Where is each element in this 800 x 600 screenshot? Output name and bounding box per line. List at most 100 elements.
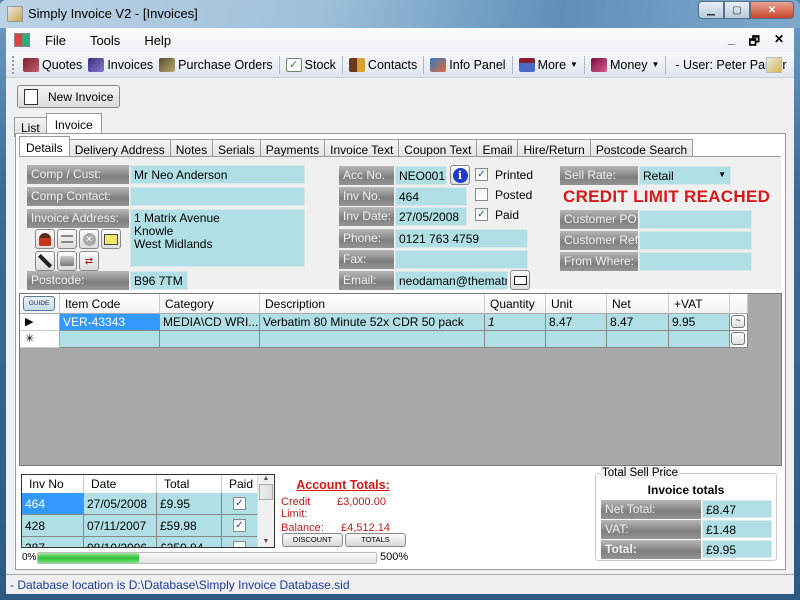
- cell-net[interactable]: 8.47: [607, 314, 669, 331]
- col-unit[interactable]: Unit: [546, 294, 607, 314]
- account-info-button[interactable]: i: [450, 165, 470, 185]
- invoice-address-field[interactable]: 1 Matrix Avenue Knowle West Midlands: [130, 209, 305, 267]
- scroll-up-icon[interactable]: ▲: [258, 475, 274, 482]
- col-item-code[interactable]: Item Code: [60, 294, 160, 314]
- discount-button[interactable]: DISCOUNT: [282, 533, 343, 547]
- maximize-button[interactable]: ▢: [724, 1, 750, 19]
- window-title: Simply Invoice V2 - [Invoices]: [28, 6, 198, 21]
- menu-tools[interactable]: Tools: [81, 33, 129, 48]
- row-action-button[interactable]: ~: [730, 314, 748, 331]
- col-quantity[interactable]: Quantity: [485, 294, 546, 314]
- guide-button[interactable]: GUIDE: [23, 296, 55, 311]
- transfer-icon: ⇄: [84, 255, 94, 267]
- totals-button[interactable]: TOTALS: [345, 533, 406, 547]
- toolbar-more[interactable]: More ▼: [516, 57, 581, 72]
- cell-category[interactable]: [160, 331, 260, 348]
- col-paid[interactable]: Paid: [222, 475, 259, 493]
- toolbar-grip[interactable]: [12, 55, 15, 74]
- list-paid-checkbox[interactable]: ✓: [233, 519, 246, 532]
- toolbar-purchase-orders[interactable]: Purchase Orders: [156, 57, 275, 72]
- col-vat[interactable]: +VAT: [669, 294, 730, 314]
- list-paid-checkbox[interactable]: [233, 541, 246, 547]
- toolbar-invoices[interactable]: Invoices: [85, 57, 156, 72]
- clear-address-button[interactable]: ✕: [79, 229, 99, 249]
- printed-checkbox[interactable]: ✓: [475, 168, 488, 181]
- address-label-button[interactable]: [101, 229, 121, 249]
- menu-file[interactable]: File: [36, 33, 75, 48]
- toolbar-info-panel[interactable]: Info Panel: [427, 57, 508, 72]
- vat-label: VAT:: [601, 520, 701, 539]
- mdi-close-button[interactable]: ✕: [774, 32, 784, 53]
- cell-quantity[interactable]: 1: [485, 314, 546, 331]
- title-bar[interactable]: Simply Invoice V2 - [Invoices] ▁ ▢ ✕: [0, 0, 800, 28]
- list-item[interactable]: 428 07/11/2007 £59.98 ✓: [22, 515, 259, 537]
- mdi-minimize-button[interactable]: _: [728, 32, 735, 53]
- invoice-panel: Details Delivery Address Notes Serials P…: [15, 133, 786, 570]
- list-paid-checkbox[interactable]: ✓: [233, 497, 246, 510]
- net-total-value: £8.47: [702, 500, 772, 518]
- comp-contact-field[interactable]: [130, 187, 305, 206]
- toolbar-contacts[interactable]: Contacts: [346, 57, 420, 72]
- new-invoice-button[interactable]: New Invoice: [17, 85, 120, 108]
- cell-unit[interactable]: [546, 331, 607, 348]
- contact-lookup-button[interactable]: [35, 229, 55, 249]
- phone-field[interactable]: 0121 763 4759: [395, 229, 528, 248]
- edit-button[interactable]: [35, 251, 55, 271]
- comp-cust-field[interactable]: Mr Neo Anderson: [130, 165, 305, 184]
- col-description[interactable]: Description: [260, 294, 485, 314]
- cell-net[interactable]: [607, 331, 669, 348]
- email-field[interactable]: neodaman@thematrix.c: [395, 271, 508, 290]
- invoice-items-grid: GUIDE Item Code Category Description Qua…: [19, 293, 782, 466]
- previous-invoices-list: Inv No Date Total Paid 464 27/05/2008 £9…: [21, 474, 275, 548]
- toolbar-stock[interactable]: ✓ Stock: [283, 57, 339, 72]
- postcode-field[interactable]: B96 7TM: [130, 271, 188, 290]
- sell-rate-select[interactable]: Retail ▼: [639, 166, 731, 185]
- cell-description[interactable]: Verbatim 80 Minute 52x CDR 50 pack: [260, 314, 485, 331]
- menu-help[interactable]: Help: [135, 33, 180, 48]
- posted-checkbox[interactable]: [475, 188, 488, 201]
- cell-category[interactable]: MEDIA\CD WRI...: [160, 314, 260, 331]
- col-inv-no[interactable]: Inv No: [22, 475, 84, 493]
- cell-item-code[interactable]: VER-43343: [60, 314, 160, 331]
- transfer-button[interactable]: ⇄: [79, 251, 99, 271]
- col-net[interactable]: Net: [607, 294, 669, 314]
- col-category[interactable]: Category: [160, 294, 260, 314]
- toolbar-money[interactable]: Money ▼: [588, 57, 662, 72]
- cell-unit[interactable]: 8.47: [546, 314, 607, 331]
- row-action-button[interactable]: [730, 331, 748, 348]
- send-email-button[interactable]: [510, 270, 530, 290]
- list-item[interactable]: 464 27/05/2008 £9.95 ✓: [22, 493, 259, 515]
- list-icon: [61, 235, 73, 243]
- fax-field[interactable]: [395, 250, 528, 269]
- cell-vat[interactable]: [669, 331, 730, 348]
- mdi-restore-button[interactable]: 🗗: [749, 32, 760, 53]
- minimize-button[interactable]: ▁: [698, 1, 724, 19]
- scroll-down-icon[interactable]: ▼: [258, 538, 274, 545]
- list-header: Inv No Date Total Paid: [22, 475, 259, 493]
- cell-vat[interactable]: 9.95: [669, 314, 730, 331]
- table-row-new[interactable]: ✳: [20, 331, 748, 348]
- customer-ref-field[interactable]: [639, 231, 752, 250]
- scroll-thumb[interactable]: [259, 484, 273, 500]
- paid-checkbox[interactable]: ✓: [475, 208, 488, 221]
- col-date[interactable]: Date: [84, 475, 157, 493]
- toolbar-quotes[interactable]: Quotes: [20, 57, 85, 72]
- col-total[interactable]: Total: [157, 475, 222, 493]
- cell-item-code[interactable]: [60, 331, 160, 348]
- customer-po-field[interactable]: [639, 210, 752, 229]
- mdi-window-icon[interactable]: [14, 33, 30, 47]
- table-row[interactable]: ▶ VER-43343 MEDIA\CD WRI... Verbatim 80 …: [20, 314, 748, 331]
- list-scrollbar[interactable]: ▲ ▼: [257, 475, 274, 547]
- cell-description[interactable]: [260, 331, 485, 348]
- inv-date-field[interactable]: 27/05/2008: [395, 207, 467, 226]
- total-value: £9.95: [702, 540, 772, 558]
- toolbar-separator: [511, 55, 513, 74]
- inv-no-field[interactable]: 464: [395, 187, 467, 206]
- from-where-field[interactable]: [639, 252, 752, 271]
- address-list-button[interactable]: [57, 229, 77, 249]
- print-button[interactable]: [57, 251, 77, 271]
- list-item[interactable]: 387 08/10/2006 £250.84: [22, 537, 259, 547]
- close-button[interactable]: ✕: [750, 1, 794, 19]
- acc-no-field[interactable]: NEO001: [395, 166, 447, 185]
- cell-quantity[interactable]: [485, 331, 546, 348]
